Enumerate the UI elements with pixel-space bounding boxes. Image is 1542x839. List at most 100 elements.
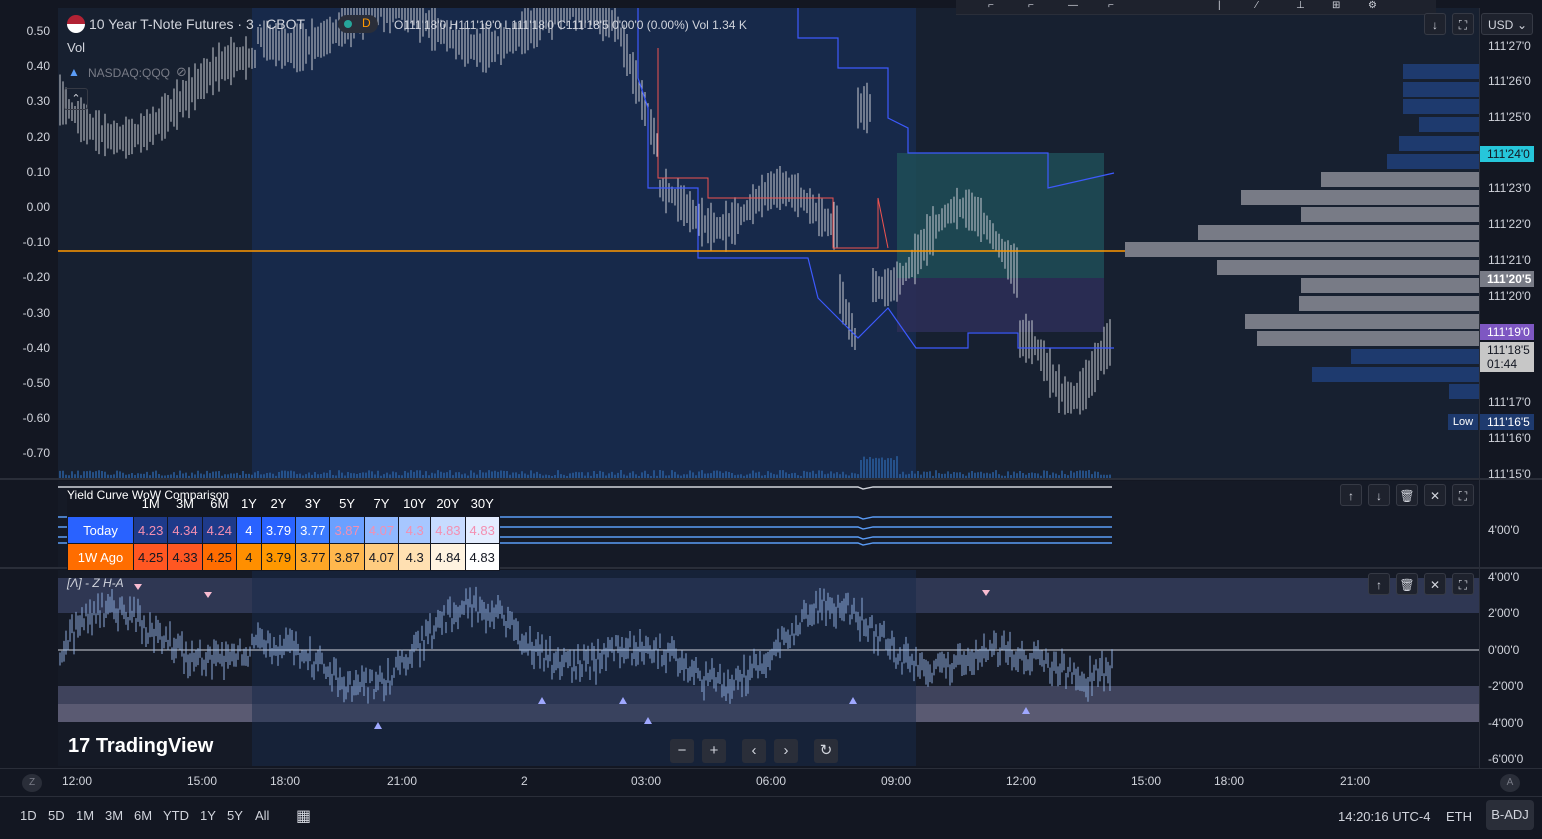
drawing-toolbar[interactable]: ⌐ ⌐ — ⌐ | ⁄ ⊥ ⊞ ⚙ xyxy=(956,0,1436,15)
session-toggle[interactable]: ETH xyxy=(1446,809,1472,824)
volume-profile-bar xyxy=(1245,314,1479,329)
symbol-title[interactable]: 10 Year T-Note Futures · 3 · CBOT xyxy=(89,16,305,32)
price-tag-cyan: 111'24'0 xyxy=(1480,146,1534,162)
volume-value: Vol 1.34 K xyxy=(692,18,747,32)
reset-chart-button[interactable]: ↻ xyxy=(814,739,838,763)
volume-profile-bar xyxy=(1399,136,1479,151)
volume-profile-bar xyxy=(1241,190,1479,205)
data-delay-badge: D xyxy=(362,16,371,30)
yield-row: Today 4.23 4.34 4.24 4 3.79 3.77 3.87 4.07 4.3 4.8… xyxy=(67,516,500,544)
scroll-left-button[interactable]: ‹ xyxy=(742,739,766,763)
volume-profile-bar xyxy=(1217,260,1479,275)
time-axis-label: 18:00 xyxy=(270,774,301,788)
yield-value-cell: 4 xyxy=(235,516,262,544)
range-button-all[interactable]: All xyxy=(255,808,269,823)
volume-profile-bar xyxy=(1403,64,1479,79)
path-tool-icon[interactable]: ⌐ xyxy=(1108,0,1114,11)
yield-header-cell: 30Y xyxy=(464,489,500,517)
maximize-pane-button[interactable]: ⛶ xyxy=(1452,573,1474,595)
volume-profile-bar xyxy=(1403,99,1479,114)
price-axis-label: 111'22'0 xyxy=(1488,217,1531,231)
price-axis-label: 111'15'0 xyxy=(1488,467,1531,481)
session-highlight xyxy=(252,8,916,478)
yield-header-cell: 1Y xyxy=(235,489,262,517)
oscillator-pane[interactable] xyxy=(58,570,1479,766)
pane-separator[interactable] xyxy=(0,478,1542,480)
auto-scale-toggle[interactable]: A xyxy=(1500,774,1520,792)
yield-value-cell: 4.83 xyxy=(464,543,500,571)
left-axis-label: 0.00 xyxy=(26,200,50,214)
yield-value-cell: 3.87 xyxy=(329,543,365,571)
price-axis-label: 111'17'0 xyxy=(1488,395,1531,409)
market-status[interactable]: D xyxy=(338,15,378,33)
ray-tool-icon[interactable]: ⌐ xyxy=(1028,0,1034,11)
zoom-out-button[interactable]: − xyxy=(670,739,694,763)
yield-value-cell: 3.87 xyxy=(329,516,365,544)
time-axis-label: 15:00 xyxy=(187,774,218,788)
last-price-value: 111'18'5 xyxy=(1487,343,1530,357)
adjustment-toggle[interactable]: B-ADJ xyxy=(1486,800,1534,830)
line-tool-icon[interactable]: ⌐ xyxy=(988,0,994,11)
price-tag-last: 111'18'5 01:44 xyxy=(1480,342,1534,372)
yield-value-cell: 4.23 xyxy=(132,516,169,544)
move-pane-down-button[interactable]: ↓ xyxy=(1368,484,1390,506)
vertical-tool-icon[interactable]: | xyxy=(1218,0,1221,11)
oscillator-legend[interactable]: [Λ] - Z H-A xyxy=(67,576,124,590)
z-toggle[interactable]: Z xyxy=(22,774,42,792)
volume-profile-bar xyxy=(1419,117,1479,132)
price-axis-label: 111'23'0 xyxy=(1488,181,1531,195)
tradingview-logo[interactable]: 17 TradingView xyxy=(68,735,213,758)
left-axis-label: -0.70 xyxy=(22,446,50,461)
high-value: H111'19'0 xyxy=(449,18,502,32)
oscillator-canvas xyxy=(58,570,1479,766)
overlay-legend[interactable]: NASDAQ:QQQ xyxy=(88,66,170,80)
zoom-in-button[interactable]: + xyxy=(702,739,726,763)
yield-value-cell: 4.84 xyxy=(430,543,466,571)
left-axis-label: -0.10 xyxy=(22,235,50,250)
range-button-ytd[interactable]: YTD xyxy=(163,808,189,823)
move-pane-up-button[interactable]: ↑ xyxy=(1340,484,1362,506)
time-axis-label: 12:00 xyxy=(1006,774,1037,788)
scroll-right-button[interactable]: › xyxy=(774,739,798,763)
range-button-1m[interactable]: 1M xyxy=(76,808,94,823)
hline-tool-icon[interactable]: — xyxy=(1068,0,1078,11)
yield-value-cell: 3.79 xyxy=(260,543,297,571)
range-button-5y[interactable]: 5Y xyxy=(227,808,243,823)
time-axis-label: 15:00 xyxy=(1131,774,1162,788)
left-axis-label: -0.40 xyxy=(22,340,50,355)
delete-pane-button[interactable]: 🗑 xyxy=(1396,573,1418,595)
volume-profile-bar xyxy=(1125,242,1479,257)
oscillator-axis-label: -2'00'0 xyxy=(1488,679,1524,693)
clock[interactable]: 14:20:16 UTC-4 xyxy=(1338,809,1431,824)
collapse-pane-button[interactable]: ✕ xyxy=(1424,484,1446,506)
maximize-pane-button[interactable]: ⛶ xyxy=(1452,484,1474,506)
oscillator-axis-label: 2'00'0 xyxy=(1488,606,1520,620)
collapse-legend-button[interactable]: ⌃ xyxy=(64,88,88,110)
date-range-calendar-icon[interactable]: ▦ xyxy=(296,806,311,826)
price-axis-label: 111'26'0 xyxy=(1488,74,1531,88)
yield-value-cell: 4.07 xyxy=(363,516,400,544)
yield-row-label: 1W Ago xyxy=(67,543,134,571)
grid-tool-icon[interactable]: ⊞ xyxy=(1332,0,1340,11)
volume-profile-bar xyxy=(1351,349,1479,364)
delete-pane-button[interactable]: 🗑 xyxy=(1396,484,1418,506)
range-button-6m[interactable]: 6M xyxy=(134,808,152,823)
volume-legend[interactable]: Vol xyxy=(67,40,85,55)
range-button-1y[interactable]: 1Y xyxy=(200,808,216,823)
move-pane-up-button[interactable]: ↑ xyxy=(1368,573,1390,595)
yield-value-cell: 4.07 xyxy=(363,543,400,571)
range-button-3m[interactable]: 3M xyxy=(105,808,123,823)
range-button-5d[interactable]: 5D xyxy=(48,808,65,823)
eye-hidden-icon[interactable]: ⊘ xyxy=(176,64,187,80)
collapse-pane-button[interactable]: ✕ xyxy=(1424,573,1446,595)
scroll-down-button[interactable]: ↓ xyxy=(1424,13,1446,35)
volume-profile-bar xyxy=(1257,331,1479,346)
brush-tool-icon[interactable]: ⁄ xyxy=(1256,0,1258,11)
bars-tool-icon[interactable]: ⊥ xyxy=(1296,0,1305,11)
maximize-pane-button[interactable]: ⛶ xyxy=(1452,13,1474,35)
settings-tool-icon[interactable]: ⚙ xyxy=(1368,0,1377,11)
left-axis-label: 0.40 xyxy=(26,59,50,74)
left-axis-label: 0.30 xyxy=(26,94,50,109)
currency-selector[interactable]: USD ⌄ xyxy=(1481,13,1533,35)
range-button-1d[interactable]: 1D xyxy=(20,808,37,823)
